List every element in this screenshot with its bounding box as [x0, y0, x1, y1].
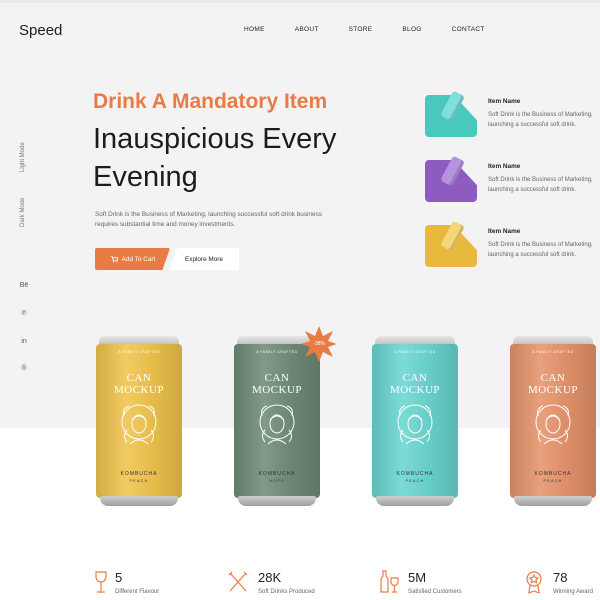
featured-item-3[interactable]: Item Name Soft Drink is the Business of … [425, 220, 600, 270]
discount-badge: -38% [300, 325, 338, 363]
stat-value: 5 [115, 570, 123, 585]
can-tagline: A FAMILY CRAFTED [532, 350, 574, 354]
can-brand-line-1: CAN [126, 372, 152, 384]
award-medal-icon [526, 571, 542, 594]
portrait-icon [397, 404, 433, 445]
can-brand-line-1: CAN [264, 372, 290, 384]
can-flavour: KOMBUCHA [258, 471, 296, 477]
stat-label: Satisfied Customers [408, 589, 462, 595]
hero-description: Soft Drink is the Business of Marketing,… [95, 211, 322, 228]
stat-label: Different Flavour [115, 589, 160, 595]
stat-label: Winning Award [553, 589, 593, 595]
can-subflavour: PEACH [543, 479, 563, 483]
stat-value: 5M [408, 570, 427, 585]
can-flavour: KOMBUCHA [534, 471, 572, 477]
stat-value: 28K [258, 570, 282, 585]
can-base [238, 496, 316, 506]
add-to-cart-button[interactable]: Add To Cart [95, 248, 170, 270]
featured-item-1[interactable]: Item Name Soft Drink is the Business of … [425, 90, 600, 140]
can-brand-line-2: MOCKUP [113, 384, 165, 396]
can-base [514, 496, 592, 506]
can-tagline: A FAMILY CRAFTED [118, 350, 160, 354]
nav-store[interactable]: STORE [349, 26, 373, 33]
hero-title: Inauspicious Every Evening [93, 123, 337, 193]
portrait-icon [121, 404, 157, 445]
item-name: Item Name [488, 98, 521, 105]
item-name: Item Name [488, 228, 521, 235]
can-flavour: KOMBUCHA [396, 471, 434, 477]
stat-customers: 5M Satisfied Customers [378, 568, 498, 600]
item-text: Soft Drink is the Business of Marketing,… [488, 112, 593, 128]
item-text: Soft Drink is the Business of Marketing,… [488, 242, 593, 258]
stat-flavours: 5 Different Flavour [93, 568, 203, 600]
pinterest-icon[interactable]: ℗ [19, 310, 29, 317]
can-brand: CAN MOCKUP [370, 372, 460, 396]
can-subflavour: PEACH [129, 479, 149, 483]
can-tagline: A FAMILY CRAFTED [394, 350, 436, 354]
top-divider [0, 0, 600, 3]
featured-item-2[interactable]: Item Name Soft Drink is the Business of … [425, 155, 600, 205]
utensils-icon [228, 571, 248, 592]
discount-badge-label: -38% [313, 341, 325, 347]
dribbble-icon[interactable]: ® [19, 365, 29, 372]
can-brand-line-2: MOCKUP [251, 384, 303, 396]
hero-accent-title: Drink A Mandatory Item [93, 90, 328, 113]
behance-icon[interactable]: Bē [19, 282, 29, 289]
portrait-icon [535, 404, 571, 445]
bottle-glass-icon [380, 570, 399, 593]
can-subflavour: PEACH [405, 479, 425, 483]
portrait-icon [259, 404, 295, 445]
can-brand: CAN MOCKUP [508, 372, 598, 396]
item-text: Soft Drink is the Business of Marketing,… [488, 177, 593, 193]
product-can-4[interactable]: A FAMILY CRAFTED CAN MOCKUP KOMBUCHA PEAC… [508, 336, 598, 508]
can-brand: CAN MOCKUP [232, 372, 322, 396]
stat-awards: 78 Winning Award [525, 568, 600, 600]
cart-icon [110, 256, 118, 263]
explore-more-button[interactable]: Explore More [169, 248, 239, 270]
product-can-3[interactable]: A FAMILY CRAFTED CAN MOCKUP KOMBUCHA PEAC… [370, 336, 460, 508]
can-brand-line-1: CAN [402, 372, 428, 384]
dark-mode-toggle[interactable]: Dark Mode [20, 198, 26, 227]
can-flavour: KOMBUCHA [120, 471, 158, 477]
can-brand-line-1: CAN [540, 372, 566, 384]
logo[interactable]: Speed [19, 22, 62, 39]
linkedin-icon[interactable]: in [19, 338, 29, 345]
can-brand: CAN MOCKUP [94, 372, 184, 396]
main-nav: HOME ABOUT STORE BLOG CONTACT [244, 26, 515, 33]
nav-about[interactable]: ABOUT [295, 26, 319, 33]
stat-label: Soft Drinks Produced [258, 589, 315, 595]
can-subflavour: HOPS [269, 479, 285, 483]
nav-contact[interactable]: CONTACT [452, 26, 485, 33]
can-brand-line-2: MOCKUP [389, 384, 441, 396]
nav-blog[interactable]: BLOG [402, 26, 421, 33]
add-to-cart-label: Add To Cart [121, 255, 156, 263]
can-brand-line-2: MOCKUP [527, 384, 579, 396]
wine-glass-icon [95, 571, 107, 593]
item-name: Item Name [488, 163, 521, 170]
can-base [100, 496, 178, 506]
stat-value: 78 [553, 570, 568, 585]
can-base [376, 496, 454, 506]
stat-drinks-produced: 28K Soft Drinks Produced [227, 568, 347, 600]
product-can-1[interactable]: A FAMILY CRAFTED CAN MOCKUP KOMBUCHA PEAC… [94, 336, 184, 508]
nav-home[interactable]: HOME [244, 26, 265, 33]
light-mode-toggle[interactable]: Light Mode [20, 142, 26, 172]
